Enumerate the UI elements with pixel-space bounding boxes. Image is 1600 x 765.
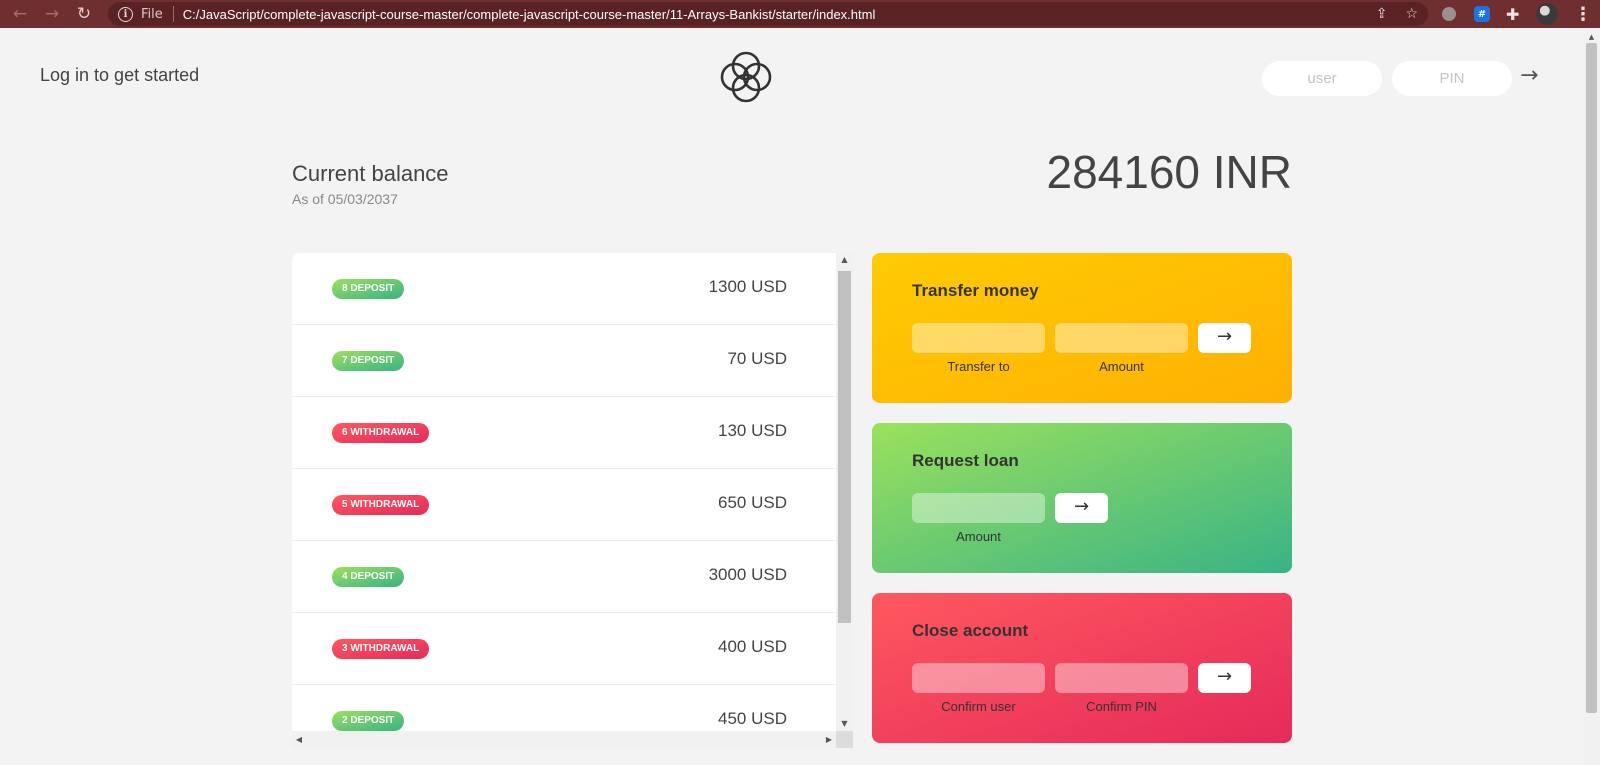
scrollbar-corner bbox=[836, 731, 853, 748]
movement-value: 3000 USD bbox=[708, 565, 787, 584]
movement-type-badge: 2 deposit bbox=[332, 711, 405, 731]
movement-value: 650 USD bbox=[718, 493, 787, 512]
divider bbox=[172, 6, 174, 22]
file-label: File bbox=[141, 6, 163, 22]
movements-vertical-scrollbar[interactable]: ▲ ▼ bbox=[836, 253, 853, 731]
loan-operation: Request loan → Amount bbox=[872, 423, 1292, 573]
movement-row: 4 deposit 3000 USD bbox=[292, 541, 835, 613]
address-bar[interactable]: i File C:/JavaScript/complete-javascript… bbox=[108, 2, 1428, 26]
close-user-label: Confirm user bbox=[941, 699, 1016, 714]
avatar bbox=[1536, 3, 1558, 25]
menu-button[interactable]: ⋮ bbox=[1574, 0, 1592, 28]
balance-value: 284160 INR bbox=[1046, 146, 1293, 198]
login-user-input[interactable] bbox=[1262, 61, 1382, 96]
loan-title: Request loan bbox=[912, 451, 1019, 470]
puzzle-icon: ✚ bbox=[1506, 4, 1520, 24]
hash-extension-icon: # bbox=[1474, 6, 1490, 22]
chat-bubble-icon bbox=[1442, 7, 1456, 21]
forward-arrow-icon[interactable]: → bbox=[40, 0, 64, 28]
close-user-input[interactable] bbox=[912, 663, 1045, 693]
transfer-to-input[interactable] bbox=[912, 323, 1045, 353]
movement-row: 3 withdrawal 400 USD bbox=[292, 613, 835, 685]
close-title: Close account bbox=[912, 621, 1029, 640]
balance-date: As of 05/03/2037 bbox=[292, 191, 398, 207]
scroll-down-icon[interactable]: ▼ bbox=[836, 717, 853, 731]
scroll-left-icon[interactable]: ◀ bbox=[292, 731, 306, 748]
extensions-button[interactable]: ✚ bbox=[1506, 0, 1519, 28]
loan-amount-label: Amount bbox=[956, 529, 1001, 544]
loan-button[interactable]: → bbox=[1055, 493, 1108, 523]
movement-type-badge: 5 withdrawal bbox=[332, 495, 430, 515]
browser-toolbar: ← → ↻ i File C:/JavaScript/complete-java… bbox=[0, 0, 1600, 28]
transfer-amount-input[interactable] bbox=[1055, 323, 1188, 353]
movement-type-badge: 7 deposit bbox=[332, 351, 405, 371]
transfer-to-label: Transfer to bbox=[947, 359, 1010, 374]
transfer-operation: Transfer money → Transfer to Amount bbox=[872, 253, 1292, 403]
scroll-up-icon[interactable]: ▲ bbox=[1583, 31, 1600, 43]
welcome-message: Log in to get started bbox=[40, 65, 200, 85]
movement-row: 2 deposit 450 USD bbox=[292, 685, 835, 731]
extension-bubble[interactable] bbox=[1442, 0, 1456, 28]
movement-row: 6 withdrawal 130 USD bbox=[292, 397, 835, 469]
transfer-amount-label: Amount bbox=[1099, 359, 1144, 374]
close-pin-label: Confirm PIN bbox=[1086, 699, 1157, 714]
close-operation: Close account → Confirm user Confirm PIN bbox=[872, 593, 1292, 743]
url-text[interactable]: C:/JavaScript/complete-javascript-course… bbox=[183, 7, 876, 22]
movement-type-badge: 6 withdrawal bbox=[332, 423, 430, 443]
movement-value: 1300 USD bbox=[708, 277, 787, 296]
movement-row: 8 deposit 1300 USD bbox=[292, 253, 835, 325]
bankist-page: Log in to get started → Current balance … bbox=[0, 31, 1600, 765]
share-icon[interactable]: ⇪ bbox=[1376, 6, 1388, 22]
kebab-menu-icon: ⋮ bbox=[1574, 3, 1592, 25]
movement-value: 70 USD bbox=[727, 349, 787, 368]
back-arrow-icon[interactable]: ← bbox=[8, 0, 32, 28]
close-button[interactable]: → bbox=[1198, 663, 1251, 693]
profile-button[interactable] bbox=[1536, 0, 1558, 28]
transfer-title: Transfer money bbox=[912, 281, 1039, 300]
movement-type-badge: 4 deposit bbox=[332, 567, 405, 587]
scroll-right-icon[interactable]: ▶ bbox=[822, 731, 836, 748]
reload-icon[interactable]: ↻ bbox=[72, 0, 96, 28]
close-pin-input[interactable] bbox=[1055, 663, 1188, 693]
extension-blue[interactable]: # bbox=[1474, 0, 1490, 28]
movement-type-badge: 8 deposit bbox=[332, 279, 405, 299]
movements-list[interactable]: 8 deposit 1300 USD 7 deposit 70 USD 6 wi… bbox=[292, 253, 836, 731]
balance-label: Current balance bbox=[292, 161, 449, 186]
balance-date-prefix: As of bbox=[292, 191, 324, 207]
balance-date-value: 05/03/2037 bbox=[327, 191, 398, 207]
movement-type-badge: 3 withdrawal bbox=[332, 639, 430, 659]
login-button[interactable]: → bbox=[1520, 61, 1538, 91]
bankist-logo-icon bbox=[720, 51, 772, 103]
loan-amount-input[interactable] bbox=[912, 493, 1045, 523]
movement-value: 450 USD bbox=[718, 709, 787, 728]
scrollbar-thumb[interactable] bbox=[838, 271, 851, 623]
movement-row: 7 deposit 70 USD bbox=[292, 325, 835, 397]
transfer-button[interactable]: → bbox=[1198, 323, 1251, 353]
login-pin-input[interactable] bbox=[1392, 61, 1512, 96]
page-scrollbar[interactable]: ▲ bbox=[1583, 31, 1600, 765]
scrollbar-thumb[interactable] bbox=[1586, 43, 1597, 713]
info-icon[interactable]: i bbox=[118, 6, 133, 22]
movement-row: 5 withdrawal 650 USD bbox=[292, 469, 835, 541]
bookmark-star-icon[interactable]: ☆ bbox=[1405, 6, 1418, 22]
movement-value: 400 USD bbox=[718, 637, 787, 656]
movement-value: 130 USD bbox=[718, 421, 787, 440]
scroll-up-icon[interactable]: ▲ bbox=[836, 253, 853, 267]
movements-horizontal-scrollbar[interactable]: ◀ ▶ bbox=[292, 731, 836, 748]
